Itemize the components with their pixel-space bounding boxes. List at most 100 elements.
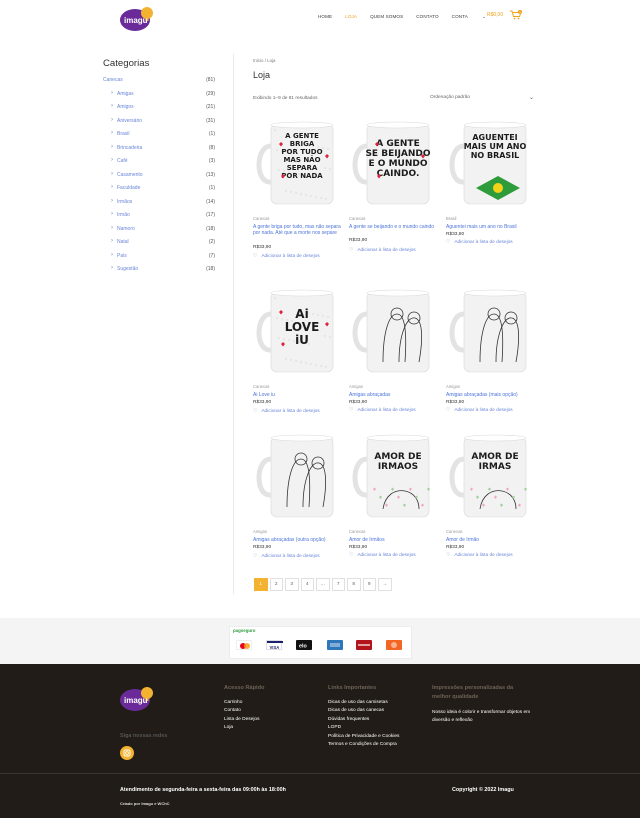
category-item[interactable]: Casamento (13) bbox=[103, 171, 215, 186]
add-to-wishlist-button[interactable]: ♡ Adicionar à lista de desejos bbox=[349, 553, 416, 558]
category-item[interactable]: Faculdade (1) bbox=[103, 184, 215, 199]
product-image[interactable] bbox=[253, 429, 343, 524]
product-image[interactable]: AGUENTEI MAIS UM ANO NO BRASIL bbox=[446, 116, 536, 211]
category-item[interactable]: Natal (2) bbox=[103, 238, 215, 253]
product-card[interactable]: AGUENTEI MAIS UM ANO NO BRASIL Brasil Aguent… bbox=[446, 116, 536, 245]
footer-link[interactable]: Dicas de uso das canecas bbox=[328, 707, 399, 715]
product-name[interactable]: Amor de Irmão bbox=[446, 537, 538, 543]
add-to-wishlist-button[interactable]: ♡ Adicionar à lista de desejos bbox=[446, 240, 513, 245]
product-price: R$33,90 bbox=[446, 545, 465, 551]
product-name[interactable]: A gente se beijando e o mundo caindo bbox=[349, 224, 441, 230]
nav-conta[interactable]: CONTA ⌄ bbox=[452, 14, 487, 20]
product-card[interactable]: Amigas Amigas abraçadas R$33,90 ♡ Adicionar … bbox=[349, 284, 439, 413]
product-name[interactable]: Aguentei mais um ano no Brasil bbox=[446, 224, 538, 230]
site-logo[interactable]: imagu bbox=[119, 4, 155, 32]
product-name[interactable]: A gente briga por tudo, mas não separa p… bbox=[253, 224, 345, 236]
category-item[interactable]: Pais (7) bbox=[103, 252, 215, 267]
product-card[interactable]: Amigas Amigas abraçadas (mais opção) R$33,… bbox=[446, 284, 536, 413]
footer-link[interactable]: Política de Privacidade e Cookies bbox=[328, 733, 399, 741]
product-category[interactable]: Canecas bbox=[253, 384, 270, 389]
page-link[interactable]: 1 bbox=[254, 578, 268, 591]
category-item[interactable]: Namoro (18) bbox=[103, 225, 215, 240]
product-image[interactable]: A GENTE BRIGA POR TUDO MAS NÃO SEPARA POR NAD… bbox=[253, 116, 343, 211]
ordering-select[interactable]: Ordenação padrão ⌄ bbox=[430, 95, 536, 104]
product-card[interactable]: A GENTE SE BEIJANDO E O MUNDO CAINDO. Caneca… bbox=[349, 116, 439, 253]
category-item[interactable]: Café (3) bbox=[103, 157, 215, 172]
category-item[interactable]: Aniversário (31) bbox=[103, 117, 215, 132]
category-item[interactable]: Sugestão (18) bbox=[103, 265, 215, 280]
heart-icon: ♡ bbox=[349, 248, 354, 254]
category-label: Brasil bbox=[117, 131, 130, 137]
footer-link[interactable]: Contato bbox=[224, 707, 259, 715]
footer-link[interactable]: LGPD bbox=[328, 724, 399, 732]
page-link[interactable]: 4 bbox=[300, 578, 314, 591]
add-to-wishlist-button[interactable]: ♡ Adicionar à lista de desejos bbox=[349, 248, 416, 253]
add-to-wishlist-button[interactable]: ♡ Adicionar à lista de desejos bbox=[446, 553, 513, 558]
page-link[interactable]: 9 bbox=[362, 578, 376, 591]
copyright: Copyright © 2022 Imagu bbox=[452, 787, 514, 793]
category-item[interactable]: Amigos (21) bbox=[103, 103, 215, 118]
product-image[interactable] bbox=[349, 284, 439, 379]
product-card[interactable]: A GENTE BRIGA POR TUDO MAS NÃO SEPARA POR NAD… bbox=[253, 116, 343, 259]
page-link[interactable]: 3 bbox=[285, 578, 299, 591]
instagram-icon[interactable] bbox=[120, 746, 134, 760]
product-category[interactable]: Amigas bbox=[446, 384, 460, 389]
footer-link[interactable]: Loja bbox=[224, 724, 259, 732]
add-to-wishlist-button[interactable]: ♡ Adicionar à lista de desejos bbox=[446, 408, 513, 413]
product-name[interactable]: Amigas abraçadas (mais opção) bbox=[446, 392, 538, 398]
category-item[interactable]: Brasil (1) bbox=[103, 130, 215, 145]
product-card[interactable]: Amigas Amigas abraçadas (outra opção) R$33… bbox=[253, 429, 343, 559]
footer-link[interactable]: Termos e Condições de Compra bbox=[328, 741, 399, 749]
product-category[interactable]: Amigas bbox=[349, 384, 363, 389]
page-link[interactable]: 8 bbox=[347, 578, 361, 591]
footer-link[interactable]: Dicas de uso das camisetas bbox=[328, 699, 399, 707]
cart-icon[interactable]: 0 bbox=[510, 9, 523, 22]
product-image[interactable]: AMOR DE IRMAS bbox=[446, 429, 536, 524]
product-name[interactable]: Amigas abraçadas (outra opção) bbox=[253, 537, 345, 543]
product-card[interactable]: AMOR DE IRMAOS Canecas Amor de Irmãos R$33,9… bbox=[349, 429, 439, 558]
product-category[interactable]: Canecas bbox=[253, 216, 270, 221]
category-item[interactable]: Amigas (29) bbox=[103, 90, 215, 105]
sidebar-title: Categorias bbox=[103, 58, 150, 69]
category-item[interactable]: Irmãos (14) bbox=[103, 198, 215, 213]
category-item[interactable]: Canecas (81) bbox=[103, 77, 215, 91]
product-image[interactable]: Ai LOVE iU bbox=[253, 284, 343, 379]
product-category[interactable]: Canecas bbox=[349, 529, 366, 534]
product-name[interactable]: Amor de Irmãos bbox=[349, 537, 441, 543]
wishlist-label: Adicionar à lista de desejos bbox=[357, 408, 416, 414]
footer-link[interactable]: Carrinho bbox=[224, 699, 259, 707]
category-item[interactable]: Irmão (17) bbox=[103, 211, 215, 226]
add-to-wishlist-button[interactable]: ♡ Adicionar à lista de desejos bbox=[253, 254, 320, 259]
important-links-list: Dicas de uso das camisetas Dicas de uso d… bbox=[328, 699, 399, 749]
nav-quem-somos[interactable]: QUEM SOMOS bbox=[370, 14, 403, 20]
cart-total[interactable]: R$0,00 bbox=[487, 12, 503, 18]
product-name[interactable]: Ai Love iu bbox=[253, 392, 345, 398]
nav-contato[interactable]: CONTATO bbox=[416, 14, 438, 20]
product-image[interactable]: AMOR DE IRMAOS bbox=[349, 429, 439, 524]
next-page-button[interactable]: → bbox=[378, 578, 392, 591]
nav-loja[interactable]: LOJA bbox=[345, 14, 357, 20]
heart-icon: ♡ bbox=[446, 240, 451, 246]
add-to-wishlist-button[interactable]: ♡ Adicionar à lista de desejos bbox=[253, 409, 320, 414]
mug-text: A GENTE bbox=[285, 132, 319, 140]
page-link[interactable]: 7 bbox=[331, 578, 345, 591]
product-card[interactable]: AMOR DE IRMAS Canecas Amor de Irmão R$33,90 ♡… bbox=[446, 429, 536, 558]
add-to-wishlist-button[interactable]: ♡ Adicionar à lista de desejos bbox=[349, 408, 416, 413]
product-category[interactable]: Amigas bbox=[253, 529, 267, 534]
nav-home[interactable]: HOME bbox=[318, 14, 332, 20]
footer-logo[interactable]: imagu bbox=[119, 684, 155, 714]
category-item[interactable]: Brincadeira (8) bbox=[103, 144, 215, 159]
page-link[interactable]: 2 bbox=[269, 578, 283, 591]
add-to-wishlist-button[interactable]: ♡ Adicionar à lista de desejos bbox=[253, 554, 320, 559]
footer-link[interactable]: Dúvidas frequentes bbox=[328, 716, 399, 724]
mug-text: AMOR DE bbox=[374, 452, 421, 462]
product-category[interactable]: Canecas bbox=[349, 216, 366, 221]
product-category[interactable]: Brasil bbox=[446, 216, 456, 221]
product-name[interactable]: Amigas abraçadas bbox=[349, 392, 441, 398]
product-card[interactable]: Ai LOVE iU Canecas Ai Love iu R$33,90 ♡ Adicion… bbox=[253, 284, 343, 414]
product-image[interactable] bbox=[446, 284, 536, 379]
product-category[interactable]: Canecas bbox=[446, 529, 463, 534]
footer-link[interactable]: Lista de Desejos bbox=[224, 716, 259, 724]
product-image[interactable]: A GENTE SE BEIJANDO E O MUNDO CAINDO. bbox=[349, 116, 439, 211]
category-count: (31) bbox=[206, 117, 215, 124]
